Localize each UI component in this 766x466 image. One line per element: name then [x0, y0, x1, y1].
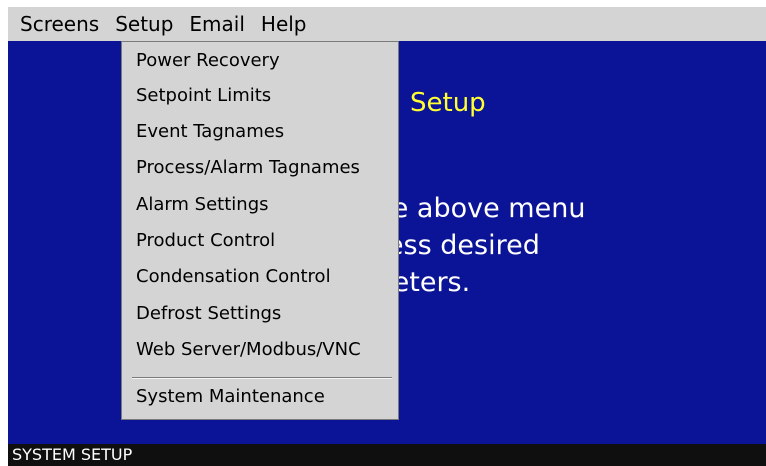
menu-item-web-server-modbus-vnc[interactable]: Web Server/Modbus/VNC: [136, 335, 361, 365]
menu-item-setpoint-limits[interactable]: Setpoint Limits: [136, 81, 271, 111]
app-screen: Screens Setup Email Help Setup Use the a…: [0, 0, 766, 466]
menu-screens[interactable]: Screens: [8, 7, 107, 41]
menu-help[interactable]: Help: [253, 7, 315, 41]
page-title: Setup: [410, 88, 486, 118]
menu-item-defrost-settings[interactable]: Defrost Settings: [136, 299, 281, 329]
setup-dropdown-menu: Power Recovery Setpoint Limits Event Tag…: [121, 41, 399, 420]
menu-item-product-control[interactable]: Product Control: [136, 226, 275, 256]
menu-email[interactable]: Email: [181, 7, 253, 41]
menu-item-power-recovery[interactable]: Power Recovery: [136, 46, 280, 76]
menu-separator: [132, 377, 392, 379]
menu-item-system-maintenance[interactable]: System Maintenance: [136, 382, 325, 412]
menu-item-condensation-control[interactable]: Condensation Control: [136, 262, 331, 292]
menu-bar: Screens Setup Email Help: [8, 7, 766, 41]
menu-item-event-tagnames[interactable]: Event Tagnames: [136, 117, 284, 147]
menu-item-process-alarm-tagnames[interactable]: Process/Alarm Tagnames: [136, 153, 360, 183]
menu-setup[interactable]: Setup: [107, 7, 182, 41]
status-bar: SYSTEM SETUP: [8, 444, 766, 466]
menu-item-alarm-settings[interactable]: Alarm Settings: [136, 190, 269, 220]
